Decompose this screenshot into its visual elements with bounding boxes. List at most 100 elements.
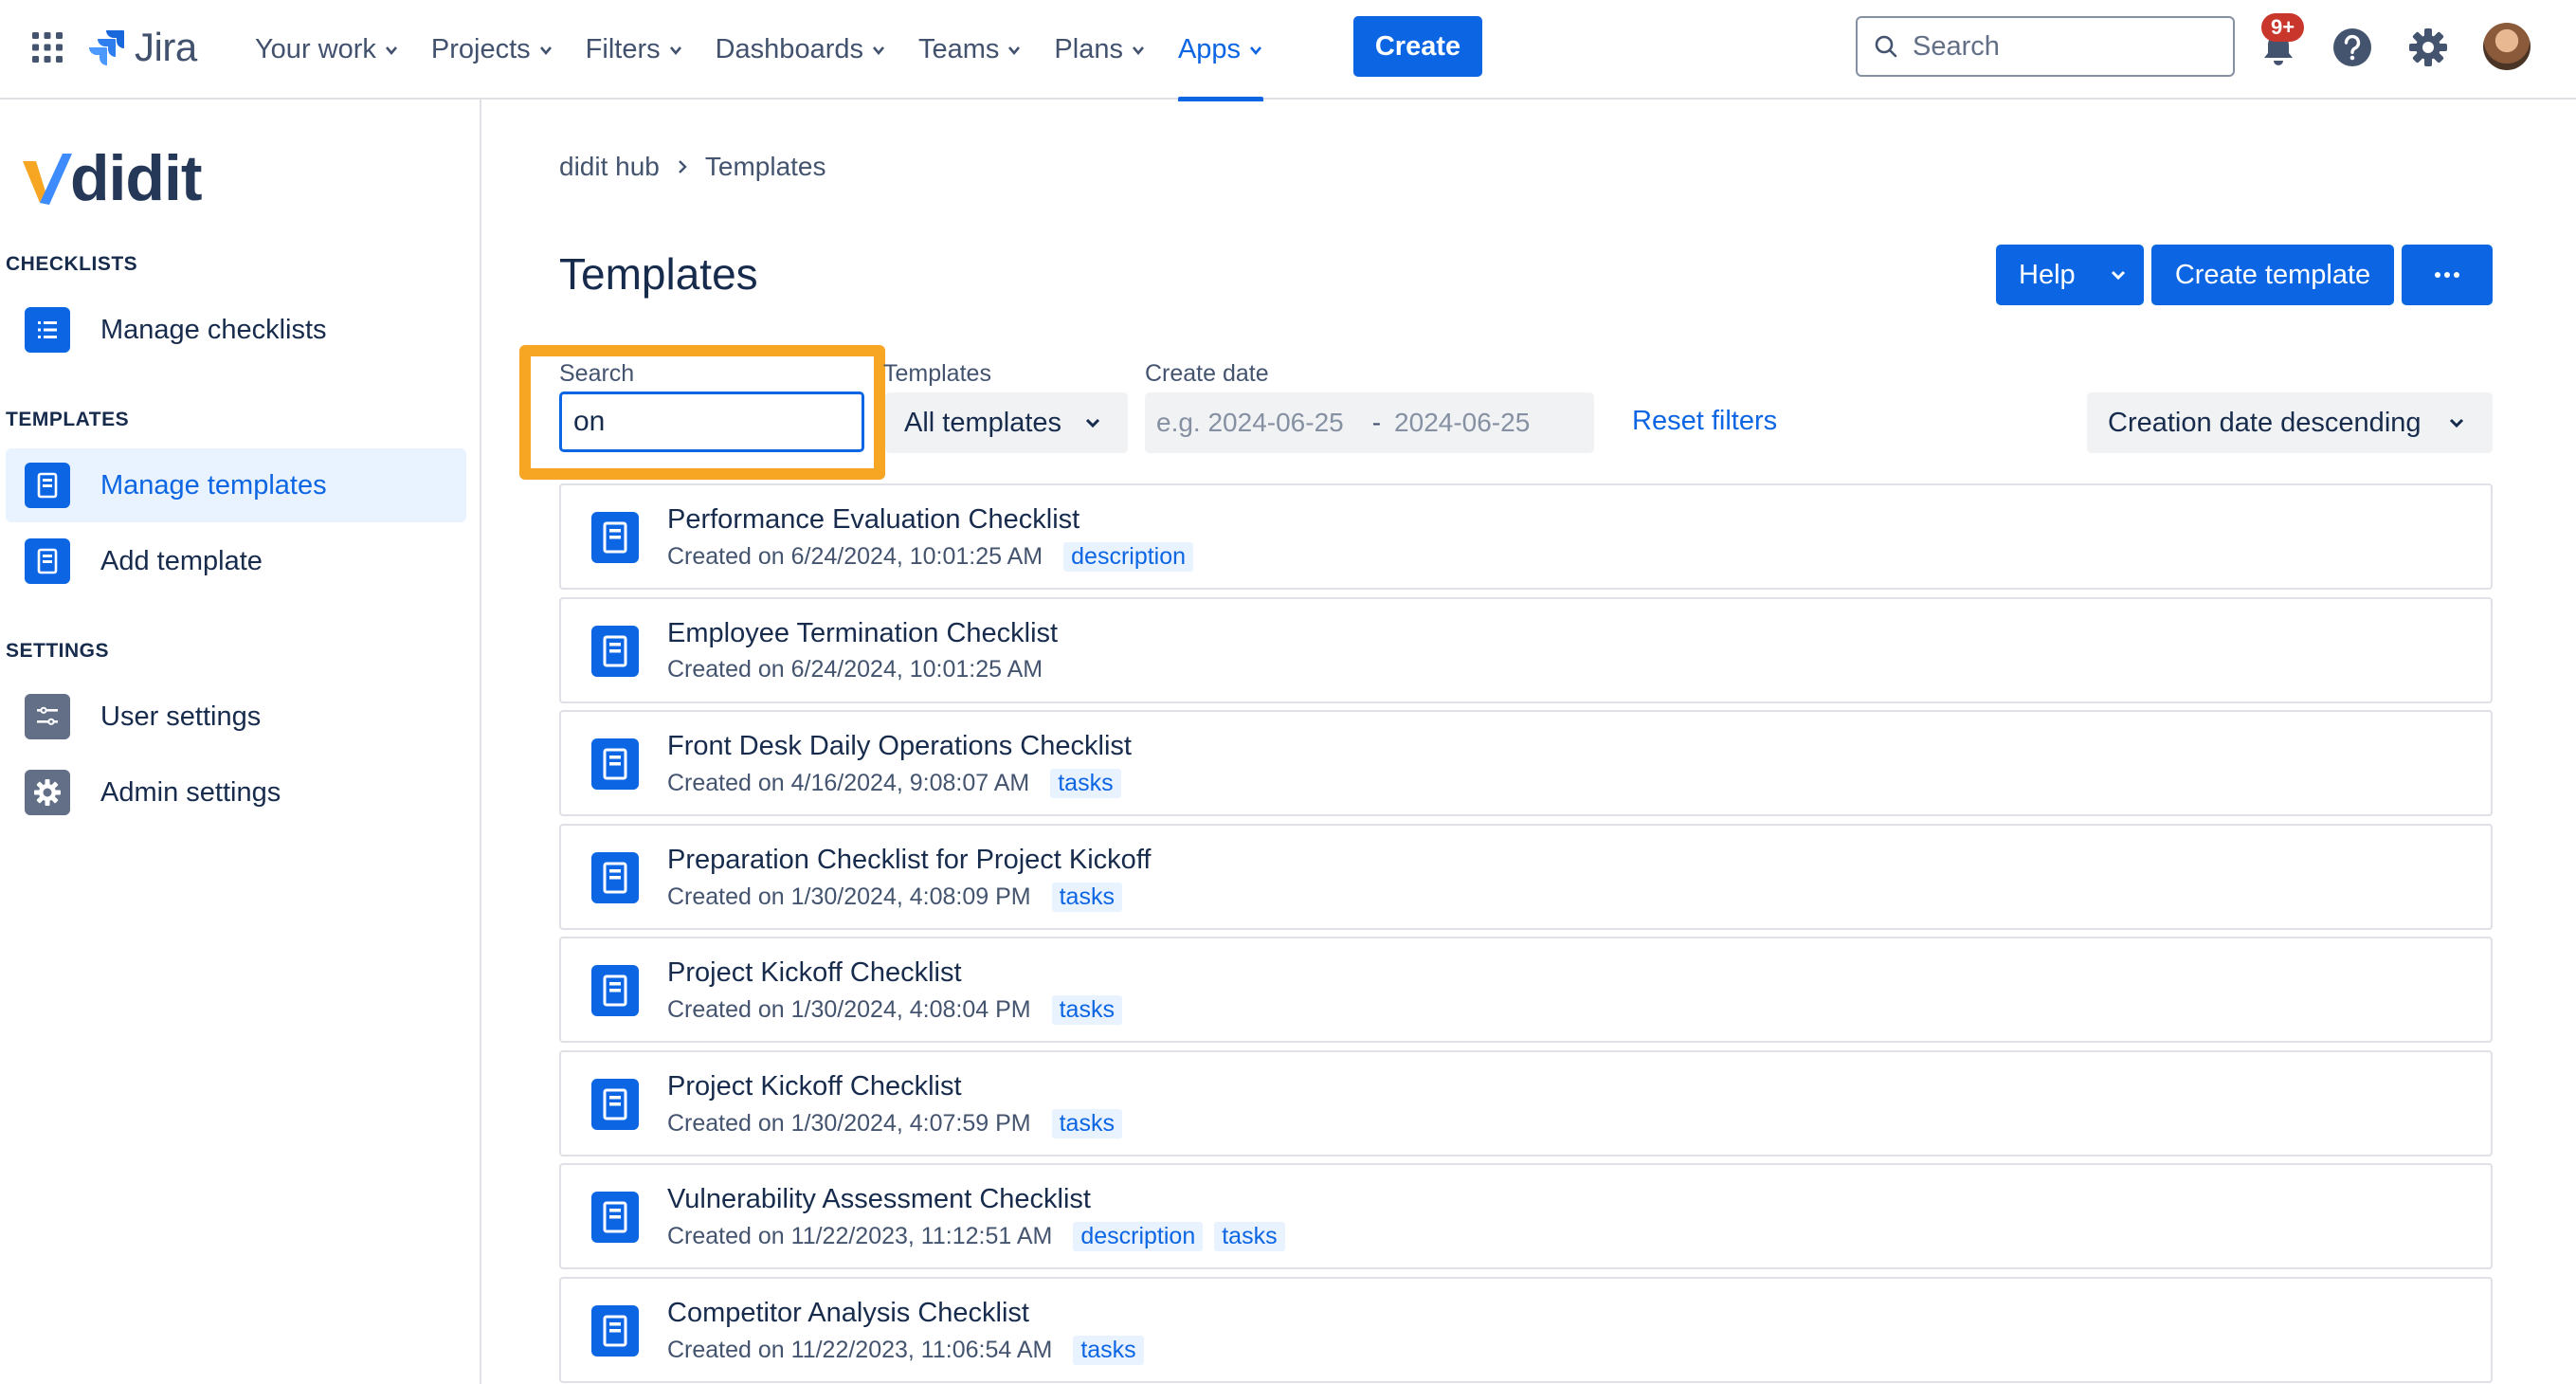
sidebar-item-admin-settings[interactable]: Admin settings <box>6 756 466 829</box>
sidebar-item-label: Add template <box>100 545 263 576</box>
page-title: Templates <box>559 249 758 299</box>
template-icon <box>25 463 70 508</box>
templates-select-value: All templates <box>904 407 1062 438</box>
date-range-separator: - <box>1371 408 1382 437</box>
template-icon <box>591 1192 639 1243</box>
create-date-range[interactable]: e.g. 2024-06-25 - 2024-06-25 <box>1145 392 1594 453</box>
template-tag: tasks <box>1051 882 1122 912</box>
chevron-right-icon <box>679 160 687 173</box>
app-switcher-icon[interactable] <box>28 28 66 66</box>
template-row[interactable]: Employee Termination Checklist Created on… <box>559 596 2493 703</box>
nav-item-your-work[interactable]: Your work <box>239 0 415 100</box>
create-button[interactable]: Create <box>1353 16 1482 77</box>
sidebar-item-label: User settings <box>100 701 262 732</box>
templates-filter-label: Templates <box>883 360 991 387</box>
chevron-down-icon <box>1250 46 1262 55</box>
nav-item-label: Projects <box>430 34 531 64</box>
sliders-icon <box>25 694 70 739</box>
sidebar-item-user-settings[interactable]: User settings <box>6 680 466 754</box>
template-created-date: Created on 6/24/2024, 10:01:25 AM <box>667 655 1043 683</box>
template-tag: tasks <box>1073 1335 1144 1365</box>
template-title[interactable]: Employee Termination Checklist <box>667 618 1058 649</box>
avatar[interactable] <box>2483 23 2531 70</box>
template-row[interactable]: Preparation Checklist for Project Kickof… <box>559 823 2493 930</box>
create-template-button[interactable]: Create template <box>2151 245 2394 305</box>
sort-select[interactable]: Creation date descending <box>2087 392 2493 453</box>
top-navigation: Jira Your work Projects Filters Dashboards T… <box>0 0 2576 101</box>
nav-item-filters[interactable]: Filters <box>570 0 699 100</box>
template-created-date: Created on 1/30/2024, 4:08:04 PM <box>667 996 1031 1023</box>
template-title[interactable]: Front Desk Daily Operations Checklist <box>667 731 1132 762</box>
template-title[interactable]: Project Kickoff Checklist <box>667 1071 962 1102</box>
create-date-label: Create date <box>1145 360 1269 387</box>
nav-item-plans[interactable]: Plans <box>1038 0 1162 100</box>
global-search-input[interactable] <box>1913 30 2216 63</box>
global-search[interactable] <box>1856 16 2235 77</box>
didit-logo[interactable]: didit <box>21 142 203 214</box>
jira-product-name: Jira <box>135 25 197 69</box>
template-title[interactable]: Vulnerability Assessment Checklist <box>667 1184 1091 1215</box>
brand-name: didit <box>70 142 203 214</box>
template-title[interactable]: Project Kickoff Checklist <box>667 957 962 989</box>
template-created-date: Created on 11/22/2023, 11:12:51 AM <box>667 1223 1053 1249</box>
template-created-date: Created on 1/30/2024, 4:08:09 PM <box>667 883 1031 910</box>
more-actions-button[interactable] <box>2402 245 2493 305</box>
template-search-input[interactable] <box>573 406 848 438</box>
template-tag: tasks <box>1051 995 1122 1025</box>
nav-item-label: Teams <box>917 34 1000 64</box>
template-icon <box>591 512 639 563</box>
sidebar-item-label: Manage checklists <box>100 314 327 345</box>
template-icon <box>591 1078 639 1130</box>
template-row[interactable]: Project Kickoff Checklist Created on 1/30… <box>559 1049 2493 1156</box>
reset-filters-link[interactable]: Reset filters <box>1632 406 1777 437</box>
template-title[interactable]: Competitor Analysis Checklist <box>667 1298 1029 1329</box>
template-created-date: Created on 1/30/2024, 4:07:59 PM <box>667 1109 1031 1137</box>
template-title[interactable]: Preparation Checklist for Project Kickof… <box>667 845 1151 876</box>
jira-logo[interactable]: Jira <box>85 23 197 72</box>
templates-select[interactable]: All templates <box>885 392 1128 453</box>
gear-icon <box>25 770 70 815</box>
sidebar-item-label: Manage templates <box>100 469 327 501</box>
template-meta: Created on 1/30/2024, 4:08:09 PM tasks <box>667 882 1122 912</box>
nav-item-apps[interactable]: Apps <box>1162 0 1279 101</box>
help-button[interactable]: Help <box>1996 245 2144 305</box>
template-row[interactable]: Vulnerability Assessment Checklist Create… <box>559 1163 2493 1269</box>
template-title[interactable]: Performance Evaluation Checklist <box>667 504 1079 536</box>
date-from-input[interactable]: e.g. 2024-06-25 <box>1156 408 1344 438</box>
template-tag: tasks <box>1050 769 1121 798</box>
template-meta: Created on 11/22/2023, 11:12:51 AM descri… <box>667 1222 1285 1251</box>
help-icon[interactable] <box>2331 27 2373 68</box>
sidebar-item-manage-checklists[interactable]: Manage checklists <box>6 293 466 367</box>
gear-icon[interactable] <box>2407 27 2449 68</box>
nav-item-projects[interactable]: Projects <box>415 0 570 100</box>
date-to-input[interactable]: 2024-06-25 <box>1394 408 1530 438</box>
sidebar-item-add-template[interactable]: Add template <box>6 524 466 598</box>
nav-item-label: Filters <box>585 34 661 64</box>
chevron-down-icon <box>669 46 681 55</box>
nav-item-teams[interactable]: Teams <box>902 0 1038 100</box>
breadcrumb: didit hub Templates <box>559 152 826 182</box>
sidebar-item-manage-templates[interactable]: Manage templates <box>6 448 466 522</box>
breadcrumb-item-templates[interactable]: Templates <box>705 152 826 182</box>
template-icon <box>591 625 639 677</box>
template-row[interactable]: Competitor Analysis Checklist Created on … <box>559 1276 2493 1383</box>
template-search-field[interactable] <box>559 392 864 452</box>
template-created-date: Created on 11/22/2023, 11:06:54 AM <box>667 1336 1053 1363</box>
template-row[interactable]: Project Kickoff Checklist Created on 1/30… <box>559 937 2493 1043</box>
chevron-down-icon <box>2449 418 2463 428</box>
template-tag: tasks <box>1214 1222 1285 1251</box>
template-meta: Created on 6/24/2024, 10:01:25 AM <box>667 656 1043 683</box>
nav-item-dashboards[interactable]: Dashboards <box>699 0 902 100</box>
help-button-label: Help <box>2019 259 2076 290</box>
chevron-down-icon <box>2111 270 2125 281</box>
breadcrumb-item-didit-hub[interactable]: didit hub <box>559 152 660 182</box>
list-icon <box>25 307 70 353</box>
nav-menu: Your work Projects Filters Dashboards Teams P… <box>239 0 1279 101</box>
template-row[interactable]: Performance Evaluation Checklist Created … <box>559 483 2493 590</box>
template-meta: Created on 1/30/2024, 4:07:59 PM tasks <box>667 1108 1122 1138</box>
template-created-date: Created on 6/24/2024, 10:01:25 AM <box>667 543 1043 570</box>
nav-item-label: Dashboards <box>715 34 863 64</box>
template-icon <box>591 1304 639 1357</box>
sort-select-value: Creation date descending <box>2108 407 2422 438</box>
template-row[interactable]: Front Desk Daily Operations Checklist Cre… <box>559 710 2493 816</box>
